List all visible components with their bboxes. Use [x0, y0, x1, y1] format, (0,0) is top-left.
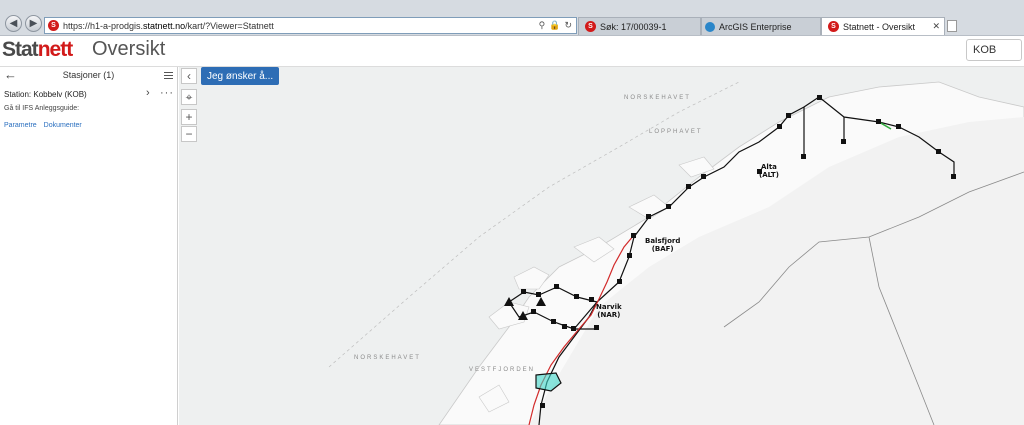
zoom-out-icon[interactable]: −	[181, 126, 197, 142]
tab-statnett-oversikt[interactable]: S Statnett - Oversikt ✕	[821, 17, 945, 35]
url-text: https://h1-a-prodgis.statnett.no/kart/?V…	[63, 20, 274, 31]
tab-sok[interactable]: S Søk: 17/00039-1	[578, 17, 701, 35]
zoom-in-icon[interactable]: +	[181, 109, 197, 125]
search-icon[interactable]: ⚲	[539, 20, 546, 31]
refresh-icon[interactable]: ↻	[564, 20, 572, 31]
dokumenter-link[interactable]: Dokumenter	[44, 122, 82, 129]
statnett-logo: Statnett	[2, 38, 73, 61]
station-label-narvik[interactable]: Narvik (NAR)	[596, 303, 622, 319]
map-canvas[interactable]	[179, 67, 1024, 425]
anleggsguide-label: Gå til IFS Anleggsguide:	[4, 105, 80, 112]
search-input[interactable]	[966, 39, 1022, 61]
address-bar[interactable]: S https://h1-a-prodgis.statnett.no/kart/…	[44, 17, 577, 34]
parametre-link[interactable]: Parametre	[4, 122, 37, 129]
list-item[interactable]: Station: Kobbelv (KOB) › ···	[0, 87, 177, 103]
panel-title: Stasjoner (1)	[62, 70, 115, 80]
menu-icon[interactable]	[164, 70, 173, 81]
forward-arrow-icon[interactable]: ▶	[25, 15, 42, 32]
panel-header: ← Stasjoner (1)	[0, 67, 177, 83]
tab-arcgis[interactable]: ArcGIS Enterprise	[701, 17, 821, 35]
chevron-right-icon[interactable]: ›	[146, 87, 150, 99]
page-title: Oversikt	[92, 38, 166, 60]
lock-icon[interactable]: 🔒	[549, 20, 560, 31]
statnett-favicon: S	[828, 21, 839, 32]
back-arrow-icon[interactable]: ◀	[5, 15, 22, 32]
station-label-balsfjord[interactable]: Balsfjord (BAF)	[645, 237, 680, 253]
globe-icon	[705, 21, 715, 32]
sea-label: VESTFJORDEN	[469, 367, 536, 373]
close-tab-icon[interactable]: ✕	[932, 21, 944, 32]
locate-icon[interactable]: ⌖	[181, 89, 197, 105]
collapse-panel-icon[interactable]: ‹	[181, 68, 197, 84]
sea-label: NORSKEHAVET	[354, 355, 421, 361]
app-header: Statnett Oversikt	[0, 36, 1024, 67]
more-options-icon[interactable]: ···	[160, 87, 174, 99]
statnett-favicon: S	[48, 20, 59, 31]
new-tab-icon[interactable]	[947, 20, 957, 32]
stations-panel: ← Stasjoner (1) Station: Kobbelv (KOB) ›…	[0, 67, 178, 425]
map-view[interactable]: NORSKEHAVET LOPPHAVET NORSKEHAVET VESTFJ…	[179, 67, 1024, 425]
sea-label: NORSKEHAVET	[624, 95, 691, 101]
sea-label: LOPPHAVET	[649, 129, 703, 135]
action-menu-button[interactable]: Jeg ønsker å...	[201, 67, 280, 85]
statnett-favicon: S	[585, 21, 596, 32]
station-label-alta[interactable]: Alta (ALT)	[759, 163, 779, 179]
station-name: Station: Kobbelv (KOB)	[4, 90, 87, 99]
links: Parametre Dokumenter	[4, 122, 87, 129]
browser-chrome: ◀ ▶ S https://h1-a-prodgis.statnett.no/k…	[0, 0, 1024, 36]
